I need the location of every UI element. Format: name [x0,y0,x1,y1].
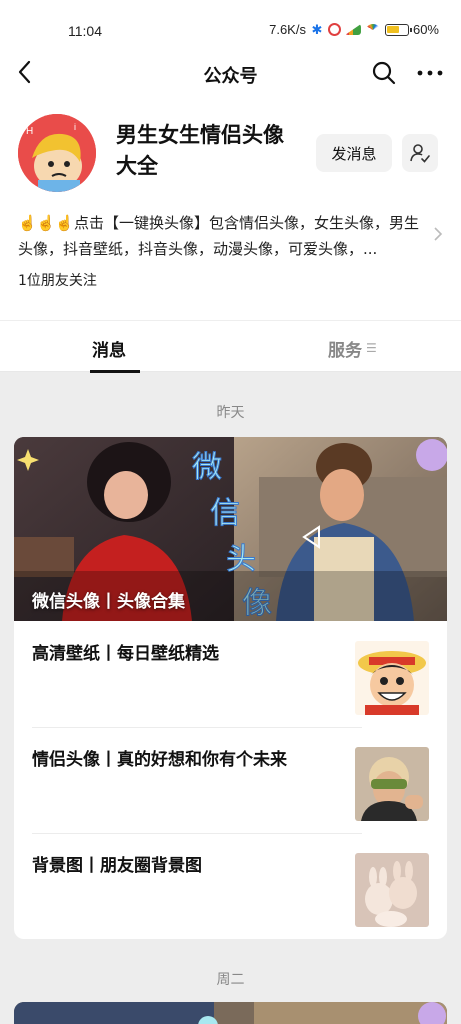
cover-overlay-char: 信 [210,496,240,531]
feed-date: 昨天 [216,405,245,421]
article-title: 背景图丨朋友圈背景图 [32,856,202,876]
article-group-card-partial[interactable] [14,1002,447,1024]
feed-date: 周二 [216,972,245,988]
battery-icon [384,23,412,36]
svg-text:i: i [74,122,76,132]
active-tab-indicator [90,370,140,373]
search-icon[interactable] [371,60,397,86]
tab-messages[interactable]: 消息 [92,336,126,361]
plush-bunnies-thumbnail [355,853,429,927]
status-time: 11:04 [68,23,102,39]
person-sunglasses-thumbnail [355,747,429,821]
cover-overlay-char: 微 [192,450,222,485]
account-profile: H i 男生女生情侣头像大全 发消息 ☝️☝️☝️点击【一键换头像】包含情侣头像… [0,102,461,320]
cover-image [14,1002,447,1024]
account-name: 男生女生情侣头像大全 [116,123,284,178]
menu-icon: ☰ [366,341,377,355]
status-icons: 7.6K/s ✱ 60% [269,22,439,37]
alarm-icon [327,23,341,36]
more-options-icon[interactable] [415,60,445,86]
article-title: 高清壁纸丨每日壁纸精选 [32,644,219,664]
article-item[interactable]: 情侣头像丨真的好想和你有个未来 [32,727,429,833]
wifi-icon [364,23,381,36]
navigation-bar: 公众号 [0,44,461,102]
tab-services[interactable]: 服务 [328,336,362,361]
signal-icon [344,24,361,35]
article-group-card: 微 信 头 像 微信头像丨头像合集 高清壁纸丨每日壁纸精选 情侣头像丨真的好想和… [14,437,447,939]
cover-article[interactable]: 微 信 头 像 微信头像丨头像合集 [14,437,447,621]
account-description[interactable]: ☝️☝️☝️点击【一键换头像】包含情侣头像，女生头像，男生头像，抖音壁纸，抖音头… [18,210,428,262]
article-item[interactable]: 高清壁纸丨每日壁纸精选 [32,621,429,727]
bluetooth-icon: ✱ [311,21,323,37]
cover-title: 微信头像丨头像合集 [32,592,185,612]
article-item[interactable]: 背景图丨朋友圈背景图 [32,833,429,939]
article-title: 情侣头像丨真的好想和你有个未来 [32,750,287,770]
tab-bar: 消息 服务 ☰ [0,320,461,373]
account-avatar[interactable]: H i [18,114,96,192]
chevron-right-icon[interactable] [433,226,443,242]
anime-boy-straw-hat-thumbnail [355,641,429,715]
battery-percent: 60% [412,22,439,37]
friends-following: 1位朋友关注 [18,273,97,289]
send-message-button[interactable]: 发消息 [316,134,392,172]
svg-text:H: H [26,126,33,137]
network-speed: 7.6K/s [269,22,306,37]
followed-icon[interactable] [402,134,438,172]
